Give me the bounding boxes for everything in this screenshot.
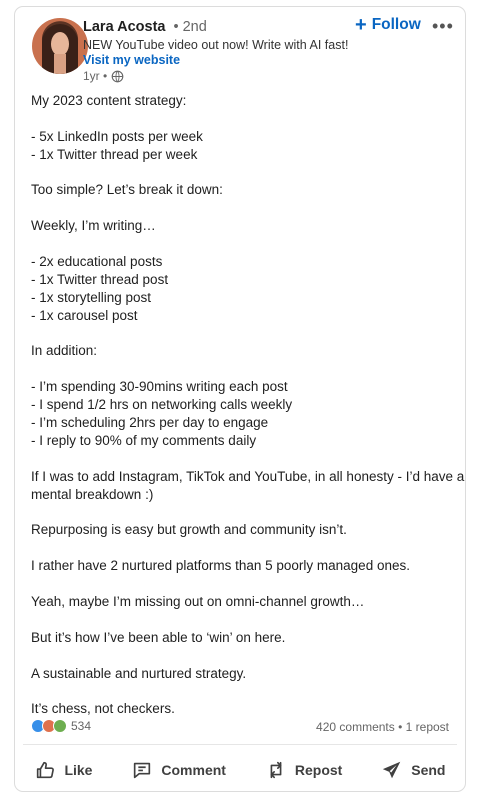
post-text-line: - 1x Twitter thread post	[31, 271, 169, 287]
comment-icon	[134, 762, 151, 779]
repost-label: Repost	[294, 762, 343, 778]
post-text-line: - 1x Twitter thread per week	[31, 146, 198, 162]
comment-button[interactable]: Comment	[123, 753, 234, 787]
celebrate-reaction-icon	[53, 719, 67, 733]
post-text-line: It’s chess, not checkers.	[31, 701, 175, 717]
post-text-line: Weekly, I’m writing…	[31, 218, 156, 234]
engagement-counts: 420 comments • 1 repost	[316, 720, 449, 734]
post-text-line: - 1x carousel post	[31, 307, 138, 323]
author-name[interactable]: Lara Acosta	[83, 19, 165, 35]
repost-count[interactable]: 1 repost	[406, 720, 449, 734]
reaction-count: 534	[71, 719, 92, 733]
post-text-line: - I’m spending 30-90mins writing each po…	[31, 379, 288, 395]
action-bar: Like Comment Repost Send	[15, 752, 465, 788]
post-text-line: If I was to add Instagram, TikTok and Yo…	[31, 468, 465, 484]
post-text-line: - 2x educational posts	[31, 254, 163, 270]
post-text-line: In addition:	[31, 343, 98, 359]
post-text-line: My 2023 content strategy:	[31, 93, 187, 108]
count-separator: •	[398, 720, 403, 734]
reactions-summary[interactable]: 534	[31, 719, 91, 733]
post-time: 1yr •	[83, 69, 108, 83]
send-icon	[383, 761, 401, 779]
avatar-face	[51, 32, 69, 56]
connection-degree: • 2nd	[173, 19, 207, 35]
send-label: Send	[411, 762, 446, 778]
post-card: Lara Acosta • 2nd NEW YouTube video out …	[14, 6, 466, 792]
post-text-line: mental breakdown :)	[31, 486, 154, 502]
post-text-line: I rather have 2 nurtured platforms than …	[31, 558, 410, 574]
post-text-line: - I spend 1/2 hrs on networking calls we…	[31, 397, 293, 413]
plus-icon: +	[355, 14, 367, 36]
author-headline: NEW YouTube video out now! Write with AI…	[83, 38, 349, 52]
visit-website-link[interactable]: Visit my website	[83, 53, 180, 67]
post-body: My 2023 content strategy: - 5x LinkedIn p…	[31, 92, 465, 718]
post-text-line: - 5x LinkedIn posts per week	[31, 128, 203, 144]
comment-label: Comment	[161, 762, 226, 778]
post-text-line: - 1x storytelling post	[31, 289, 152, 305]
post-text-line: A sustainable and nurtured strategy.	[31, 665, 247, 681]
post-text-line: Too simple? Let’s break it down:	[31, 182, 223, 198]
globe-icon	[111, 70, 124, 82]
more-options-icon[interactable]: •••	[432, 16, 454, 37]
like-label: Like	[64, 762, 93, 778]
comments-count[interactable]: 420 comments	[316, 720, 395, 734]
repost-icon	[270, 761, 282, 779]
avatar-neck	[54, 54, 66, 74]
post-text-line: But it’s how I’ve been able to ‘win’ on …	[31, 629, 286, 645]
reaction-icons	[31, 719, 67, 733]
post-text-line: - I reply to 90% of my comments daily	[31, 432, 257, 448]
post-text-line: Yeah, maybe I’m missing out on omni-chan…	[31, 593, 365, 609]
post-text-line: Repurposing is easy but growth and commu…	[31, 522, 347, 538]
post-text-line: - I’m scheduling 2hrs per day to engage	[31, 415, 269, 431]
follow-label: Follow	[371, 16, 421, 33]
thumbs-up-icon	[37, 761, 55, 779]
divider	[23, 744, 457, 745]
avatar[interactable]	[32, 18, 88, 74]
repost-button[interactable]: Repost	[257, 753, 350, 787]
author-line: Lara Acosta • 2nd	[83, 19, 207, 35]
like-button[interactable]: Like	[26, 753, 100, 787]
post-meta: 1yr •	[83, 69, 124, 83]
send-button[interactable]: Send	[373, 753, 453, 787]
follow-button[interactable]: + Follow	[355, 14, 421, 36]
